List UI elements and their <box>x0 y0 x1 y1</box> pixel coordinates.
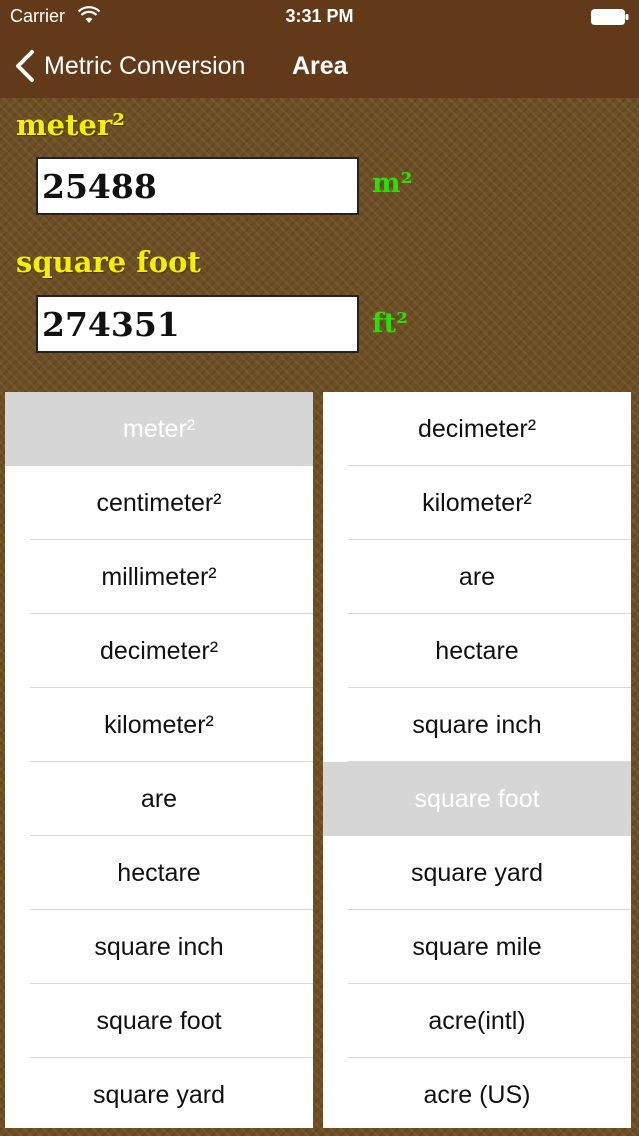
to-unit-picker[interactable]: decimeter² kilometer² are hectare square… <box>323 392 631 1128</box>
picker-row[interactable]: hectare <box>5 836 313 910</box>
picker-row[interactable]: square yard <box>5 1058 313 1128</box>
picker-row[interactable]: are <box>323 540 631 614</box>
picker-row[interactable]: acre(intl) <box>323 984 631 1058</box>
picker-row[interactable]: millimeter² <box>5 540 313 614</box>
battery-icon <box>591 9 629 25</box>
picker-row[interactable]: decimeter² <box>323 392 631 466</box>
status-bar: Carrier 3:31 PM <box>0 0 639 34</box>
from-value-input[interactable] <box>36 157 359 215</box>
picker-row[interactable]: square foot <box>323 762 631 836</box>
from-unit-symbol: m² <box>372 168 413 199</box>
from-unit-label: meter² <box>16 108 125 142</box>
picker-row[interactable]: centimeter² <box>5 466 313 540</box>
to-unit-symbol: ft² <box>372 308 408 339</box>
picker-row[interactable]: square foot <box>5 984 313 1058</box>
picker-row[interactable]: decimeter² <box>5 614 313 688</box>
picker-row[interactable]: hectare <box>323 614 631 688</box>
to-unit-label: square foot <box>16 245 201 279</box>
picker-row[interactable]: kilometer² <box>323 466 631 540</box>
navigation-bar: Metric Conversion Area <box>0 34 639 98</box>
from-unit-picker[interactable]: meter² centimeter² millimeter² decimeter… <box>5 392 313 1128</box>
picker-row[interactable]: meter² <box>5 392 313 466</box>
picker-row[interactable]: kilometer² <box>5 688 313 762</box>
picker-row[interactable]: square inch <box>323 688 631 762</box>
to-value-input[interactable] <box>36 295 359 353</box>
picker-row[interactable]: square mile <box>323 910 631 984</box>
picker-row[interactable]: square inch <box>5 910 313 984</box>
picker-row[interactable]: acre (US) <box>323 1058 631 1128</box>
back-button[interactable]: Metric Conversion <box>14 48 245 84</box>
chevron-left-icon <box>16 50 34 82</box>
status-time: 3:31 PM <box>285 6 354 26</box>
picker-row[interactable]: are <box>5 762 313 836</box>
picker-row[interactable]: square yard <box>323 836 631 910</box>
page-title: Area <box>292 52 348 80</box>
back-label: Metric Conversion <box>44 51 246 80</box>
